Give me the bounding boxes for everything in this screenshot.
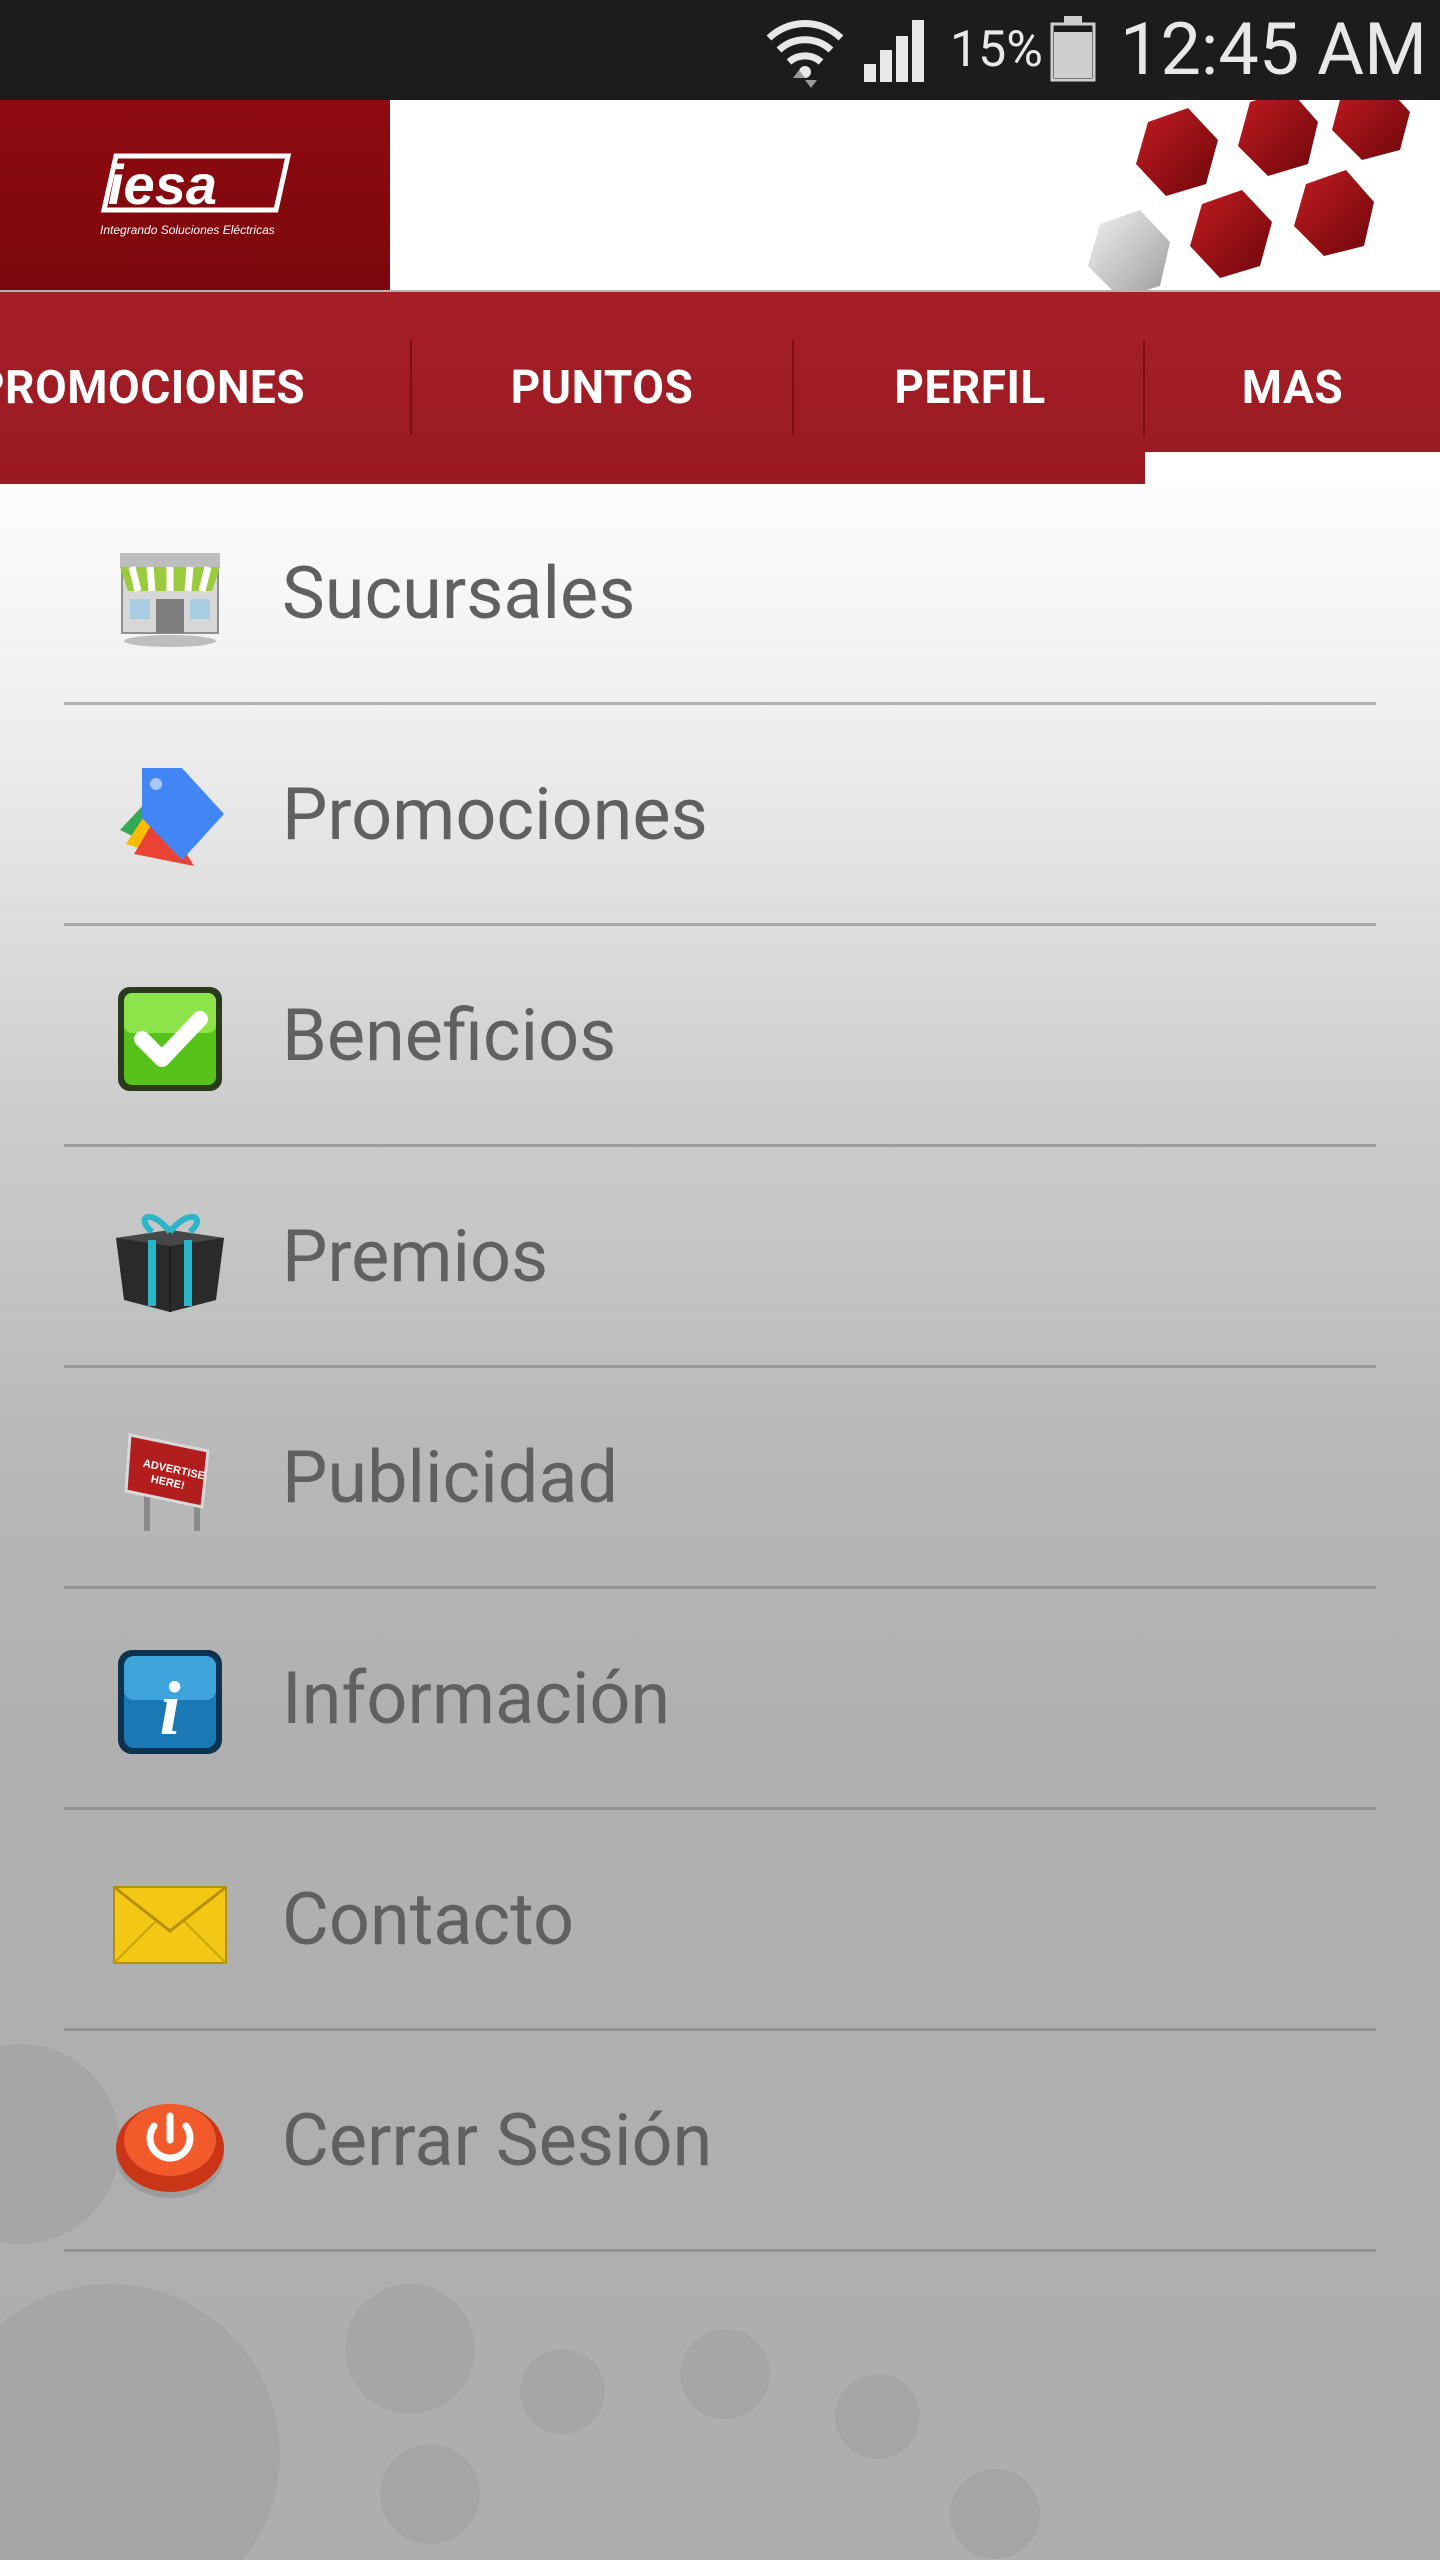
wifi-icon xyxy=(766,20,844,88)
billboard-icon: ADVERTISE HERE! xyxy=(124,1433,210,1531)
menu-item-label: Información xyxy=(282,1655,671,1741)
menu-item-informacion[interactable]: i Información xyxy=(64,1589,1376,1810)
menu-item-publicidad[interactable]: ADVERTISE HERE! Publicidad xyxy=(64,1368,1376,1589)
menu-item-promociones[interactable]: Promociones xyxy=(64,705,1376,926)
background-bubble xyxy=(835,2374,920,2459)
battery-percent: 15% xyxy=(950,21,1043,79)
status-bar: 15% 12:45 AM xyxy=(0,0,1440,100)
selected-tab-indicator xyxy=(1145,452,1440,484)
battery-icon xyxy=(1050,16,1096,82)
menu-item-label: Beneficios xyxy=(282,992,617,1078)
store-icon xyxy=(120,553,220,647)
menu-item-premios[interactable]: Premios xyxy=(64,1147,1376,1368)
menu-item-cerrar-sesion[interactable]: Cerrar Sesión xyxy=(64,2031,1376,2252)
svg-text:i: i xyxy=(159,1667,180,1751)
menu-panel: Sucursales Promociones Beneficios Premio… xyxy=(0,484,1440,2560)
brand-logo-box: iesa Integrando Soluciones Eléctricas xyxy=(0,100,390,290)
checkmark-icon xyxy=(118,987,222,1091)
background-bubble xyxy=(680,2329,770,2419)
menu-item-beneficios[interactable]: Beneficios xyxy=(64,926,1376,1147)
background-bubble xyxy=(345,2284,475,2414)
envelope-icon xyxy=(113,1885,227,1964)
tab-bar: PROMOCIONES PUNTOS PERFIL MAS xyxy=(0,292,1440,484)
menu-item-label: Contacto xyxy=(282,1876,575,1962)
tab-divider xyxy=(792,340,794,435)
info-icon: i xyxy=(118,1650,222,1754)
signal-icon xyxy=(864,20,924,82)
background-bubble xyxy=(0,2284,280,2560)
background-bubble xyxy=(520,2349,605,2434)
menu-item-label: Publicidad xyxy=(282,1434,619,1520)
background-bubble xyxy=(380,2444,480,2544)
clock: 12:45 AM xyxy=(1120,7,1427,92)
tab-perfil[interactable]: PERFIL xyxy=(795,292,1145,484)
iesa-logo: iesa Integrando Soluciones Eléctricas xyxy=(100,153,292,237)
hexagon-decoration xyxy=(1088,100,1410,290)
menu-item-label: Promociones xyxy=(282,771,708,857)
gift-icon xyxy=(116,1213,224,1312)
menu-item-sucursales[interactable]: Sucursales xyxy=(64,484,1376,705)
price-tag-icon xyxy=(120,768,224,866)
menu-item-label: Cerrar Sesión xyxy=(282,2097,713,2183)
tab-puntos[interactable]: PUNTOS xyxy=(412,292,792,484)
tab-promociones[interactable]: PROMOCIONES xyxy=(0,292,410,484)
menu-item-contacto[interactable]: Contacto xyxy=(64,1810,1376,2031)
power-icon xyxy=(116,2104,224,2198)
background-bubble xyxy=(950,2469,1040,2559)
menu-item-label: Premios xyxy=(282,1213,549,1299)
menu-item-label: Sucursales xyxy=(282,550,636,636)
svg-text:iesa: iesa xyxy=(108,153,217,216)
svg-text:Integrando Soluciones Eléctric: Integrando Soluciones Eléctricas xyxy=(100,223,275,237)
app-header: iesa Integrando Soluciones Eléctricas xyxy=(0,100,1440,290)
